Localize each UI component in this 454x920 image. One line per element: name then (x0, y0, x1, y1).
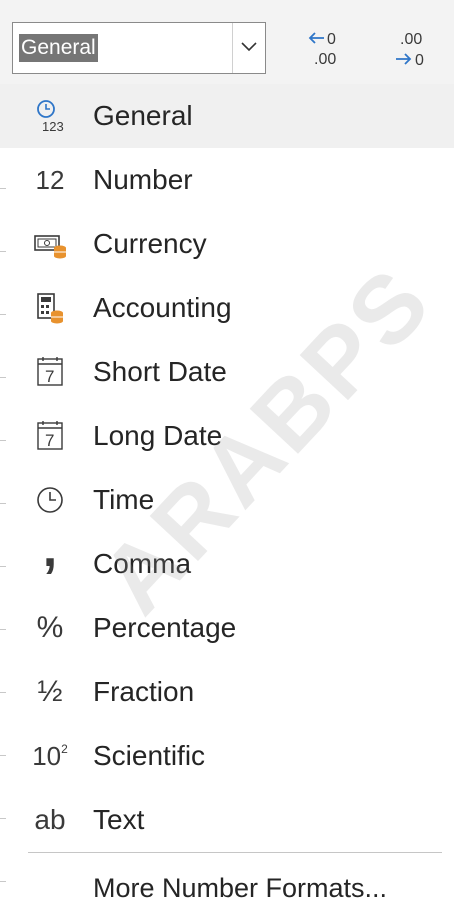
svg-text:7: 7 (45, 431, 54, 450)
menu-item-label: Number (93, 164, 193, 195)
menu-item-label: Comma (93, 548, 192, 579)
menu-item-comma[interactable]: , Comma (0, 520, 454, 596)
menu-item-label: Long Date (93, 420, 223, 451)
percent-icon: % (36, 611, 64, 644)
menu-item-label: Currency (93, 228, 207, 259)
decrease-decimal-button[interactable]: .00 0 (388, 26, 440, 72)
menu-item-text[interactable]: ab Text (0, 788, 454, 852)
number-12-icon: 12 (35, 165, 65, 195)
currency-icon (28, 224, 72, 264)
dropdown-button[interactable] (232, 23, 265, 73)
menu-item-label: Text (93, 804, 145, 835)
menu-item-percentage[interactable]: % Percentage (0, 596, 454, 660)
menu-item-label: Accounting (93, 292, 232, 323)
svg-text:123: 123 (42, 119, 64, 134)
increase-decimal-top-text: 0 (327, 31, 336, 48)
menu-item-label: Percentage (93, 612, 237, 643)
menu-item-general[interactable]: 123 General (0, 84, 454, 148)
menu-item-accounting[interactable]: Accounting (0, 276, 454, 340)
menu-item-label: Scientific (93, 740, 206, 771)
decrease-decimal-icon: .00 0 (396, 31, 424, 69)
menu-item-time[interactable]: Time (0, 468, 454, 532)
general-clock-123-icon: 123 (28, 96, 72, 136)
accounting-calculator-icon (28, 288, 72, 328)
menu-item-long-date[interactable]: 7 Long Date (0, 404, 454, 468)
increase-decimal-icon: 0 .00 (308, 31, 336, 68)
fraction-icon: ½ (37, 675, 63, 708)
menu-item-fraction[interactable]: ½ Fraction (0, 660, 454, 724)
menu-separator (28, 852, 442, 853)
svg-text:7: 7 (45, 367, 54, 386)
menu-item-scientific[interactable]: 10 2 Scientific (0, 724, 454, 788)
menu-item-label: Time (93, 484, 155, 515)
increase-decimal-bottom-text: .00 (314, 51, 336, 68)
number-format-menu: 123 General 12 Number Currency Accountin… (0, 84, 454, 852)
number-format-toolbar: General 0 .00 .00 0 (0, 0, 454, 84)
more-number-formats-item[interactable]: More Number Formats... (0, 856, 454, 917)
text-ab-icon: ab (34, 804, 66, 835)
number-format-combobox[interactable]: General (12, 22, 266, 74)
menu-item-currency[interactable]: Currency (0, 212, 454, 276)
decrease-decimal-bottom-text: 0 (415, 52, 424, 69)
comma-icon: , (42, 520, 58, 578)
menu-item-short-date[interactable]: 7 Short Date (0, 340, 454, 404)
menu-item-number[interactable]: 12 Number (0, 148, 454, 212)
increase-decimal-button[interactable]: 0 .00 (300, 26, 352, 72)
chevron-down-icon (241, 42, 257, 52)
decrease-decimal-top-text: .00 (400, 31, 422, 48)
calendar-icon: 7 (28, 416, 72, 456)
scientific-icon: 10 2 (32, 741, 68, 771)
number-format-value[interactable]: General (19, 34, 98, 62)
more-number-formats-label: More Number Formats... (93, 873, 388, 903)
menu-item-label: Fraction (93, 676, 195, 707)
menu-item-label: General (93, 100, 193, 131)
menu-item-label: Short Date (93, 356, 227, 387)
calendar-icon: 7 (28, 352, 72, 392)
clock-icon (28, 480, 72, 520)
